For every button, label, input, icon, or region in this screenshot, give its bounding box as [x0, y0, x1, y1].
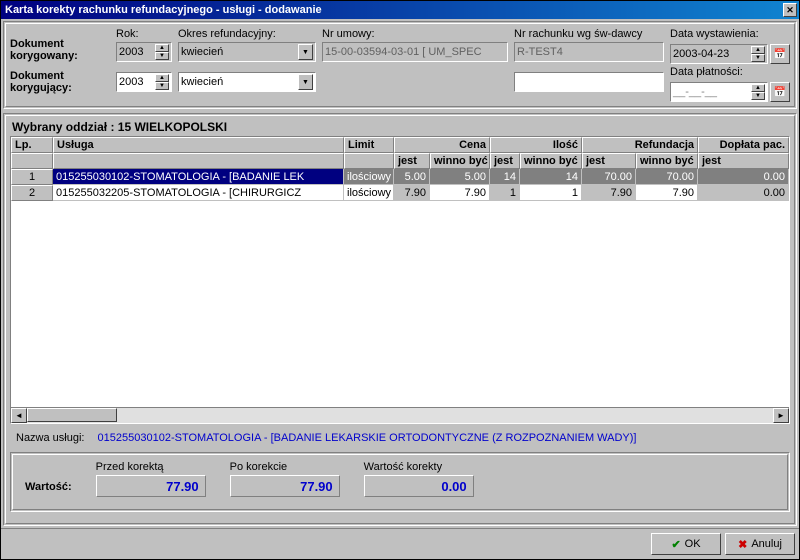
- grid-body: 1 015255030102-STOMATOLOGIA - [BADANIE L…: [11, 169, 789, 407]
- data-platnosci-input[interactable]: __-__-__ ▲▼: [670, 82, 768, 102]
- label-okres: Okres refundacyjny:: [178, 28, 316, 40]
- col-usluga[interactable]: Usługa: [53, 137, 344, 153]
- scroll-right-button[interactable]: ►: [773, 408, 789, 423]
- value-korekta: 0.00: [364, 475, 474, 497]
- corrected-data-wyst: 2003-04-23 ▲▼: [670, 44, 768, 64]
- form-panel: Dokument korygowany: Rok: 2003 ▲▼ Okres …: [3, 21, 797, 109]
- corrected-rach: R-TEST4: [514, 42, 664, 62]
- label-po: Po korekcie: [230, 461, 340, 473]
- label-rachunek: Nr rachunku wg św-dawcy: [514, 28, 664, 40]
- scroll-left-button[interactable]: ◄: [11, 408, 27, 423]
- horizontal-scrollbar[interactable]: ◄ ►: [11, 407, 789, 423]
- col-lp[interactable]: Lp.: [11, 137, 53, 153]
- grid: Lp. Usługa Limit Cena Ilość Refundacja D…: [10, 136, 790, 424]
- label-data-wyst: Data wystawienia:: [670, 28, 790, 40]
- value-przed: 77.90: [96, 475, 206, 497]
- cancel-button[interactable]: ✖ Anuluj: [725, 533, 795, 555]
- window: Karta korekty rachunku refundacyjnego - …: [0, 0, 800, 560]
- correcting-okres[interactable]: kwiecień ▼: [178, 72, 316, 92]
- table-row[interactable]: 1 015255030102-STOMATOLOGIA - [BADANIE L…: [11, 169, 789, 185]
- ok-button[interactable]: ✔ OK: [651, 533, 721, 555]
- label-rok: Rok:: [116, 28, 172, 40]
- correcting-rok[interactable]: 2003 ▲▼: [116, 72, 172, 92]
- corrected-umowa: 15-00-03594-03-01 [ UM_SPEC: [322, 42, 508, 62]
- col-cena[interactable]: Cena: [394, 137, 490, 153]
- label-dokument-korygowany: Dokument korygowany:: [10, 38, 110, 62]
- label-data-plat: Data płatności:: [670, 66, 790, 78]
- label-wartosc: Wartość:: [25, 481, 72, 493]
- table-row[interactable]: 2 015255032205-STOMATOLOGIA - [CHIRURGIC…: [11, 185, 789, 201]
- service-name-row: Nazwa usługi: 015255030102-STOMATOLOGIA …: [6, 424, 794, 452]
- window-title: Karta korekty rachunku refundacyjnego - …: [5, 4, 322, 16]
- close-icon: ✖: [738, 538, 747, 551]
- label-umowa: Nr umowy:: [322, 28, 508, 40]
- value-po: 77.90: [230, 475, 340, 497]
- label-przed: Przed korektą: [96, 461, 206, 473]
- grid-header: Lp. Usługa Limit Cena Ilość Refundacja D…: [11, 137, 789, 153]
- main-panel: Wybrany oddział : 15 WIELKOPOLSKI Lp. Us…: [3, 113, 797, 526]
- col-doplata[interactable]: Dopłata pac.: [698, 137, 789, 153]
- grid-subheader: jest winno być jest winno być jest winno…: [11, 153, 789, 169]
- service-name-label: Nazwa usługi:: [16, 432, 84, 444]
- spinner[interactable]: ▲▼: [751, 46, 765, 62]
- close-button[interactable]: ✕: [783, 3, 797, 17]
- calendar-icon[interactable]: 📅: [770, 44, 790, 64]
- calendar-icon[interactable]: 📅: [770, 82, 790, 102]
- check-icon: ✔: [671, 538, 680, 551]
- section-header: Wybrany oddział : 15 WIELKOPOLSKI: [6, 116, 794, 136]
- titlebar: Karta korekty rachunku refundacyjnego - …: [1, 1, 799, 19]
- label-dokument-korygujacy: Dokument korygujący:: [10, 70, 110, 94]
- totals-panel-outer: Wartość: Przed korektą 77.90 Po korekcie…: [10, 452, 790, 512]
- scroll-thumb[interactable]: [27, 408, 117, 422]
- col-limit[interactable]: Limit: [344, 137, 394, 153]
- col-refundacja[interactable]: Refundacja: [582, 137, 698, 153]
- service-name-value: 015255030102-STOMATOLOGIA - [BADANIE LEK…: [98, 432, 637, 444]
- chevron-down-icon[interactable]: ▼: [298, 74, 313, 90]
- spinner[interactable]: ▲▼: [155, 74, 169, 90]
- spinner[interactable]: ▲▼: [751, 84, 765, 100]
- corrected-okres: kwiecień ▼: [178, 42, 316, 62]
- col-ilosc[interactable]: Ilość: [490, 137, 582, 153]
- chevron-down-icon[interactable]: ▼: [298, 44, 313, 60]
- spinner[interactable]: ▲▼: [155, 44, 169, 60]
- corrected-rok: 2003 ▲▼: [116, 42, 172, 62]
- footer: ✔ OK ✖ Anuluj: [1, 528, 799, 559]
- correcting-rach-input[interactable]: [514, 72, 664, 92]
- label-korekta: Wartość korekty: [364, 461, 474, 473]
